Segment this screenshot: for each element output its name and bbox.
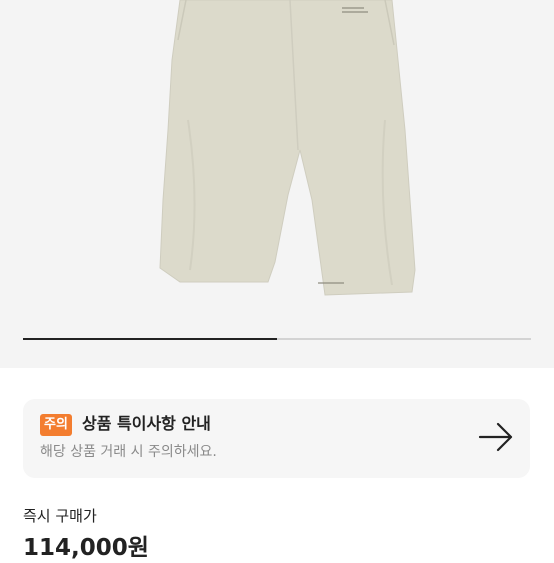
notice-description: 해당 상품 거래 시 주의하세요. <box>40 444 217 460</box>
product-image <box>159 0 416 296</box>
instant-buy-price-value: 114,000원 <box>23 535 149 561</box>
arrow-right-icon[interactable] <box>478 421 514 453</box>
notice-title: 상품 특이사항 안내 <box>82 414 211 433</box>
section-divider <box>0 368 554 388</box>
caution-badge: 주의 <box>40 414 72 436</box>
product-image-gallery[interactable] <box>0 0 554 368</box>
instant-buy-price-label: 즉시 구매가 <box>23 507 97 525</box>
gallery-progress-bar <box>23 338 531 340</box>
gallery-progress-fill <box>23 338 277 340</box>
pants-illustration <box>159 0 416 296</box>
product-notice-card[interactable]: 주의 상품 특이사항 안내 해당 상품 거래 시 주의하세요. <box>23 399 530 478</box>
